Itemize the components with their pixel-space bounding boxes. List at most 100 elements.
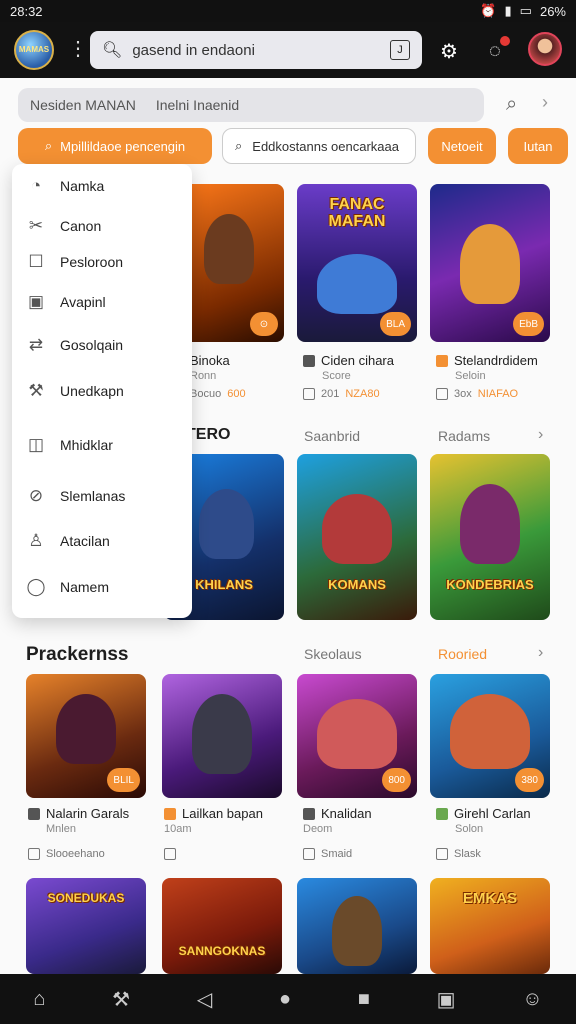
card-title[interactable]: Lailkan bapan [164, 806, 263, 821]
menu-item-namka[interactable]: ◔ Namka [12, 168, 192, 204]
game-card[interactable] [297, 878, 417, 974]
bottom-nav: ⌂ ⚒ ◁ ● ■ ▣ ☺ [0, 974, 576, 1024]
game-card[interactable]: KONDEBRIAS [430, 454, 550, 620]
game-card[interactable]: FANAC MAFAN BLA [297, 184, 417, 342]
search-input[interactable]: 🔍︎ gasend in endaoni J [90, 31, 422, 69]
square-icon: ☐ [28, 252, 44, 271]
price-badge: 800 [382, 768, 411, 792]
section-link[interactable]: Saanbrid [304, 428, 360, 444]
price-badge: 380 [515, 768, 544, 792]
card-subtitle: Ronn [190, 370, 217, 382]
gear-icon[interactable]: ⚙ [436, 38, 462, 64]
game-card[interactable] [162, 674, 282, 798]
profile-icon[interactable]: ☺ [522, 988, 542, 1011]
calendar-icon [303, 848, 315, 860]
home-icon[interactable]: ⌂ [33, 988, 45, 1011]
menu-item-atacilan[interactable]: ♙ Atacilan [12, 523, 192, 559]
card-art-title: SONEDUKAS [47, 891, 125, 905]
chevron-right-icon[interactable]: › [538, 644, 543, 662]
game-card[interactable]: SONEDUKAS [26, 878, 146, 974]
game-card[interactable]: KOMANS [297, 454, 417, 620]
card-art-title: FANAC MAFAN [328, 196, 386, 230]
price-badge: BLA [380, 312, 411, 336]
image-icon: ▣ [27, 292, 45, 311]
app-icon [303, 807, 315, 820]
home-circle-icon[interactable]: ● [279, 988, 291, 1011]
card-title[interactable]: Stelandrdidem [436, 353, 538, 368]
card-subtitle: Solon [455, 823, 484, 835]
filter-bar[interactable]: Nesiden MANAN Inelni Inaenid [18, 88, 484, 122]
game-card[interactable]: 380 [430, 674, 550, 798]
keyboard-shortcut-icon[interactable]: J [390, 40, 410, 60]
recents-icon[interactable]: ■ [358, 988, 370, 1011]
price-badge: ⊙ [250, 312, 278, 336]
search-icon: ⌕ [235, 138, 243, 153]
menu-item-namem[interactable]: ◯ Namem [12, 569, 192, 605]
search-icon[interactable]: ⌕ [506, 93, 517, 116]
avatar[interactable] [528, 32, 562, 66]
library-icon[interactable]: ▣ [437, 987, 456, 1012]
hammer-icon: ⚒ [28, 381, 44, 400]
filter-text-left: Nesiden MANAN [30, 97, 136, 113]
main-content: Nesiden MANAN Inelni Inaenid ⌕ › ⌕ Mpill… [0, 78, 576, 974]
card-art-title: KONDEBRIAS [446, 577, 534, 592]
calendar-icon [28, 848, 40, 860]
card-footer: Smaid [303, 848, 352, 860]
menu-item-canon[interactable]: ✂ Canon [12, 208, 192, 244]
status-bar: 28:32 ⏰ ▮ ▭ 26% [0, 0, 576, 22]
tool-icon[interactable]: ⚒ [112, 987, 130, 1012]
menu-item-gosolqain[interactable]: ⇄ Gosolqain [12, 327, 192, 363]
card-title[interactable]: Nalarin Garals [28, 806, 129, 821]
game-card[interactable]: BLIL [26, 674, 146, 798]
card-title[interactable]: Knalidan [303, 806, 372, 821]
section-link[interactable]: Radams [438, 428, 490, 444]
tool-icon: ✂ [28, 216, 44, 235]
card-footer: Slooeehano [28, 848, 105, 860]
app-icon [436, 354, 448, 367]
chevron-right-icon[interactable]: › [538, 426, 543, 444]
game-card[interactable]: 800 [297, 674, 417, 798]
card-footer: 3ox NIAFAO [436, 388, 518, 400]
calendar-icon [436, 848, 448, 860]
menu-item-slemlanas[interactable]: ⊘ Slemlanas [12, 478, 192, 514]
menu-item-avapinl[interactable]: ▣ Avapinl [12, 284, 192, 320]
signal-icon: ▮ [504, 3, 512, 18]
app-icon [436, 807, 448, 820]
search-icon: 🔍︎ [102, 42, 123, 59]
price-badge: BLIL [107, 768, 140, 792]
section-link[interactable]: Skeolaus [304, 646, 362, 662]
menu-item-unedkapn[interactable]: ⚒ Unedkapn [12, 373, 192, 409]
battery-icon: ▭ [519, 3, 532, 18]
action-button-2[interactable]: Iutan [508, 128, 568, 164]
price-badge: EbB [513, 312, 544, 336]
section-title: Prackernss [26, 644, 129, 665]
card-title[interactable]: Ciden cihara [303, 353, 394, 368]
app-header: MAMAS ⋮ 🔍︎ gasend in endaoni J ⚙ ◌ [0, 22, 576, 78]
clock-icon: ◔ [30, 176, 42, 195]
search-icon: ⌕ [44, 138, 53, 153]
card-art-title: KOMANS [328, 577, 386, 592]
app-logo[interactable]: MAMAS [14, 30, 54, 70]
card-footer: Slask [436, 848, 481, 860]
chat-icon: ◯ [26, 577, 46, 596]
game-card[interactable]: SANNGOKNAS [162, 878, 282, 974]
menu-item-pesloroon[interactable]: ☐ Pesloroon [12, 244, 192, 280]
card-title[interactable]: Girehl Carlan [436, 806, 531, 821]
card-title[interactable]: Binoka [190, 353, 230, 368]
notification-icon[interactable]: ◌ [482, 36, 510, 64]
menu-item-mhidklar[interactable]: ◫ Mhidklar [12, 427, 192, 463]
primary-search-button[interactable]: ⌕ Mpillildaoe pencengin [18, 128, 212, 164]
game-card[interactable]: EbB [430, 184, 550, 342]
search-chip[interactable]: ⌕ Eddkostanns oencarkaaa [222, 128, 416, 164]
section-link[interactable]: Rooried [438, 646, 487, 662]
back-icon[interactable]: ◁ [197, 987, 212, 1012]
calendar-icon [436, 388, 448, 400]
game-card[interactable]: EMKAS [430, 878, 550, 974]
action-button-1[interactable]: Netoeit [428, 128, 496, 164]
dropdown-menu: ◔ Namka ✂ Canon ☐ Pesloroon ▣ Avapinl ⇄ Gosol… [12, 164, 192, 618]
card-subtitle: Score [322, 370, 351, 382]
more-menu-icon[interactable]: ⋮ [68, 36, 88, 61]
filter-text-right: Inelni Inaenid [155, 97, 240, 113]
app-icon [303, 354, 315, 367]
chevron-right-icon[interactable]: › [542, 92, 548, 113]
